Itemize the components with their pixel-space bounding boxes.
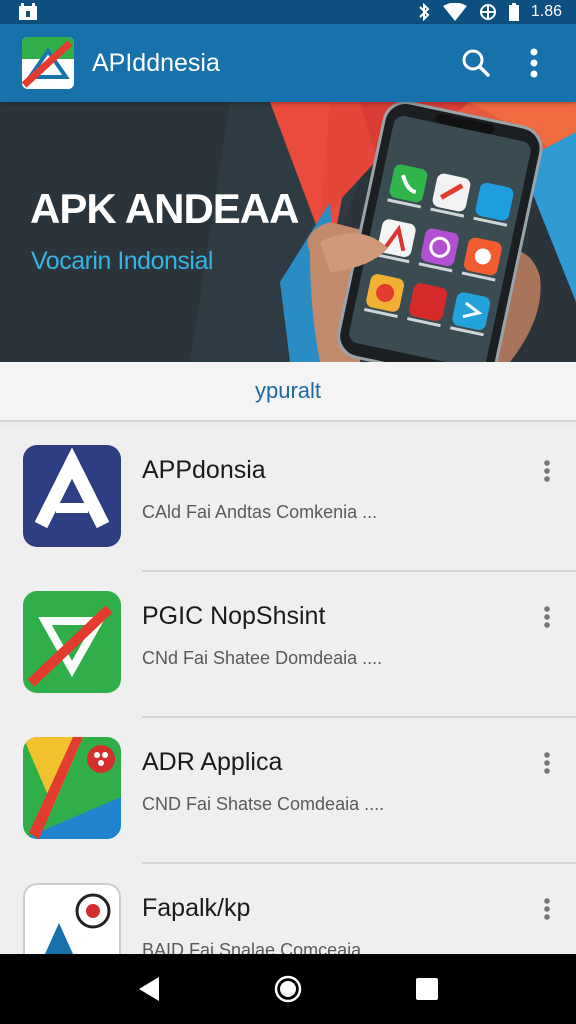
home-icon bbox=[274, 975, 302, 1003]
more-vert-icon bbox=[544, 752, 550, 774]
more-vert-icon bbox=[544, 606, 550, 628]
phone-illustration bbox=[307, 102, 543, 362]
app-name: Fapalk/kp bbox=[142, 894, 251, 922]
app-icon bbox=[23, 737, 121, 839]
recents-button[interactable] bbox=[399, 961, 455, 1017]
back-button[interactable] bbox=[121, 961, 177, 1017]
battery-icon bbox=[508, 3, 519, 21]
item-more-button[interactable] bbox=[532, 456, 562, 486]
back-icon bbox=[139, 977, 160, 1001]
app-bar: APIddnesia bbox=[0, 24, 576, 102]
list-item[interactable]: ADR Applica CND Fai Shatse Comdeaia .... bbox=[0, 718, 576, 864]
bluetooth-icon bbox=[417, 3, 431, 21]
status-time: 1.86 bbox=[530, 3, 562, 20]
app-icon bbox=[23, 591, 121, 693]
app-title: APIddnesia bbox=[92, 48, 220, 77]
signal-icon bbox=[479, 3, 497, 21]
item-more-button[interactable] bbox=[532, 602, 562, 632]
item-more-button[interactable] bbox=[532, 894, 562, 924]
status-bar: 1.86 bbox=[0, 0, 576, 24]
app-name: PGIC NopShsint bbox=[142, 602, 326, 630]
app-icon bbox=[23, 445, 121, 547]
list-item[interactable]: PGIC NopShsint CNd Fai Shatee Domdeaia .… bbox=[0, 572, 576, 718]
item-more-button[interactable] bbox=[532, 748, 562, 778]
app-description: BAID Fai Snalae Comceaia .... bbox=[142, 940, 387, 954]
app-list: APPdonsia CAld Fai Andtas Comkenia ... P… bbox=[0, 426, 576, 954]
banner-subtitle: Vocarin Indonsial bbox=[31, 247, 213, 275]
app-description: CAld Fai Andtas Comkenia ... bbox=[142, 502, 378, 522]
search-icon bbox=[462, 49, 490, 77]
app-description: CNd Fai Shatee Domdeaia .... bbox=[142, 648, 383, 668]
promo-banner[interactable]: APK ANDEAA Vocarin Indonsial bbox=[0, 102, 576, 362]
app-description: CND Fai Shatse Comdeaia .... bbox=[142, 794, 385, 814]
section-header[interactable]: ypuralt bbox=[0, 362, 576, 422]
home-button[interactable] bbox=[260, 961, 316, 1017]
list-item[interactable]: A Fapalk/kp BAID Fai Snalae Comceaia ...… bbox=[0, 864, 576, 954]
more-vert-icon bbox=[544, 898, 550, 920]
app-name: ADR Applica bbox=[142, 748, 283, 776]
more-vert-icon bbox=[544, 460, 550, 482]
recents-icon bbox=[415, 978, 438, 1000]
app-logo bbox=[22, 37, 74, 89]
search-button[interactable] bbox=[454, 41, 498, 85]
notification-icon bbox=[18, 3, 38, 21]
wifi-icon bbox=[442, 3, 467, 21]
more-vert-icon bbox=[530, 48, 538, 78]
system-nav-bar bbox=[0, 954, 576, 1024]
overflow-menu-button[interactable] bbox=[512, 41, 556, 85]
banner-title: APK ANDEAA bbox=[30, 185, 299, 232]
list-item[interactable]: APPdonsia CAld Fai Andtas Comkenia ... bbox=[0, 426, 576, 572]
app-icon: A bbox=[23, 883, 121, 954]
section-label: ypuralt bbox=[254, 378, 322, 403]
app-name: APPdonsia bbox=[142, 456, 266, 484]
